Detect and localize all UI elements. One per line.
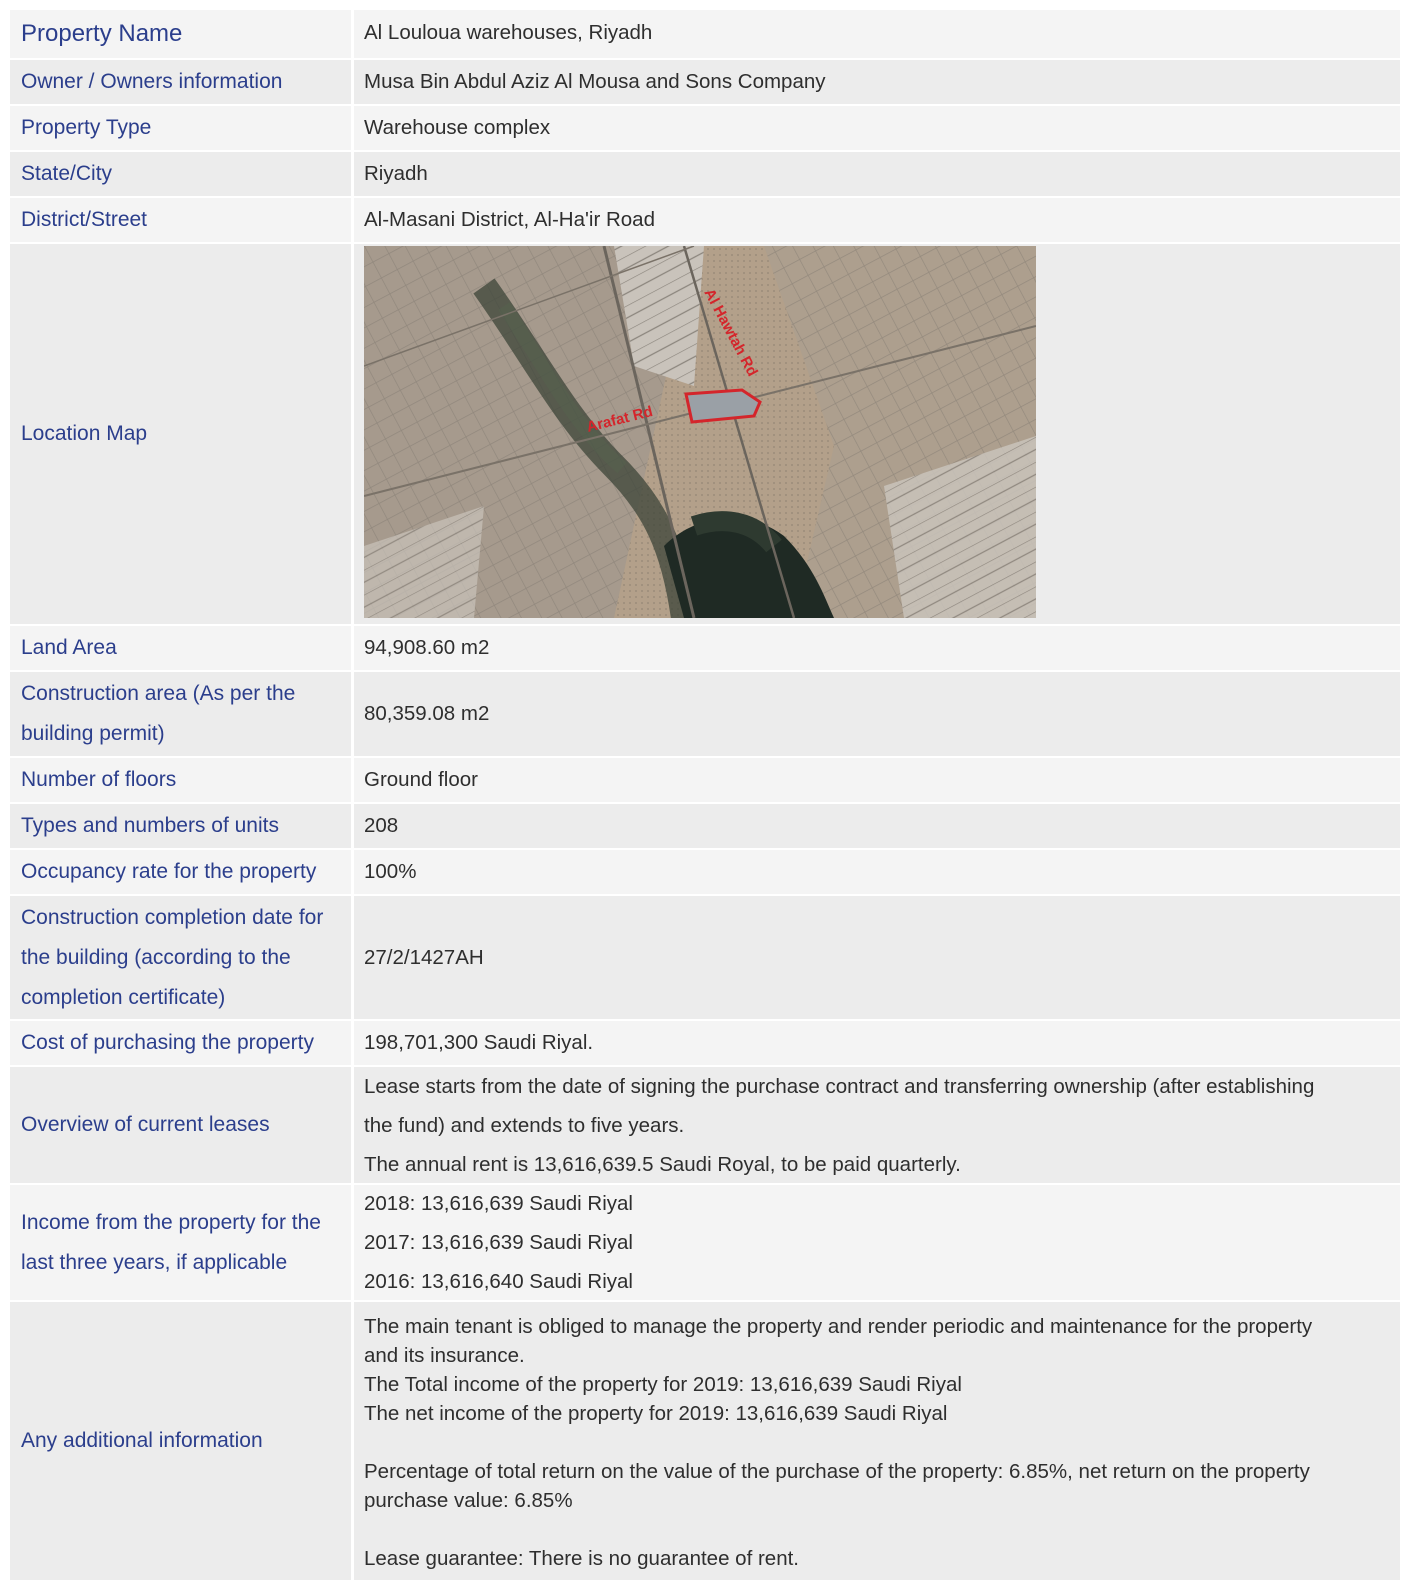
row-owner: Owner / Owners information Musa Bin Abdu… (10, 60, 1400, 106)
label-current-leases: Overview of current leases (10, 1067, 354, 1183)
income-line: 2016: 13,616,640 Saudi Riyal (364, 1270, 633, 1293)
income-line: 2018: 13,616,639 Saudi Riyal (364, 1192, 633, 1215)
info-line: purchase value: 6.85% (364, 1489, 573, 1512)
income-line: 2017: 13,616,639 Saudi Riyal (364, 1231, 633, 1254)
label-construction-area: Construction area (As per the building p… (10, 672, 354, 756)
info-spacer (364, 1428, 1390, 1457)
info-line: The main tenant is obliged to manage the… (364, 1315, 1313, 1338)
value-purchase-cost: 198,701,300 Saudi Riyal. (354, 1021, 1400, 1065)
row-location-map: Location Map Al Hawtah Rd Arafat Rd (10, 244, 1400, 626)
row-property-name: Property Name Al Louloua warehouses, Riy… (10, 10, 1400, 60)
info-line: The net income of the property for 2019:… (364, 1402, 948, 1425)
label-units: Types and numbers of units (10, 804, 354, 848)
value-occupancy-rate: 100% (354, 850, 1400, 894)
row-occupancy-rate: Occupancy rate for the property 100% (10, 850, 1400, 896)
row-land-area: Land Area 94,908.60 m2 (10, 626, 1400, 672)
label-occupancy-rate: Occupancy rate for the property (10, 850, 354, 894)
info-line: Lease guarantee: There is no guarantee o… (364, 1547, 799, 1570)
row-construction-area: Construction area (As per the building p… (10, 672, 1400, 758)
label-owner: Owner / Owners information (10, 60, 354, 104)
property-info-table: Property Name Al Louloua warehouses, Riy… (10, 10, 1400, 1582)
label-completion-date: Construction completion date for the bui… (10, 896, 354, 1019)
location-map-image: Al Hawtah Rd Arafat Rd (364, 246, 1036, 618)
info-spacer (364, 1515, 1390, 1544)
lease-line: Lease starts from the date of signing th… (364, 1074, 1315, 1098)
value-state-city: Riyadh (354, 152, 1400, 196)
value-property-name: Al Louloua warehouses, Riyadh (354, 10, 1400, 58)
row-state-city: State/City Riyadh (10, 152, 1400, 198)
value-land-area: 94,908.60 m2 (354, 626, 1400, 670)
value-additional-info: The main tenant is obliged to manage the… (354, 1302, 1400, 1580)
row-current-leases: Overview of current leases Lease starts … (10, 1067, 1400, 1185)
value-construction-area: 80,359.08 m2 (354, 672, 1400, 756)
value-units: 208 (354, 804, 1400, 848)
label-state-city: State/City (10, 152, 354, 196)
row-number-of-floors: Number of floors Ground floor (10, 758, 1400, 804)
value-owner: Musa Bin Abdul Aziz Al Mousa and Sons Co… (354, 60, 1400, 104)
label-property-type: Property Type (10, 106, 354, 150)
label-income: Income from the property for the last th… (10, 1185, 354, 1300)
lease-line: the fund) and extends to five years. (364, 1113, 685, 1137)
row-purchase-cost: Cost of purchasing the property 198,701,… (10, 1021, 1400, 1067)
row-units: Types and numbers of units 208 (10, 804, 1400, 850)
info-line: and its insurance. (364, 1344, 525, 1367)
value-current-leases: Lease starts from the date of signing th… (354, 1067, 1400, 1183)
value-number-of-floors: Ground floor (354, 758, 1400, 802)
label-additional-info: Any additional information (10, 1302, 354, 1580)
label-purchase-cost: Cost of purchasing the property (10, 1021, 354, 1065)
label-land-area: Land Area (10, 626, 354, 670)
row-district-street: District/Street Al-Masani District, Al-H… (10, 198, 1400, 244)
value-income: 2018: 13,616,639 Saudi Riyal 2017: 13,61… (354, 1185, 1400, 1300)
label-district-street: District/Street (10, 198, 354, 242)
value-location-map: Al Hawtah Rd Arafat Rd (354, 244, 1400, 624)
label-property-name: Property Name (10, 10, 354, 58)
value-property-type: Warehouse complex (354, 106, 1400, 150)
row-additional-info: Any additional information The main tena… (10, 1302, 1400, 1582)
label-location-map: Location Map (10, 244, 354, 624)
value-district-street: Al-Masani District, Al-Ha'ir Road (354, 198, 1400, 242)
value-completion-date: 27/2/1427AH (354, 896, 1400, 1019)
lease-line: The annual rent is 13,616,639.5 Saudi Ro… (364, 1152, 961, 1176)
label-number-of-floors: Number of floors (10, 758, 354, 802)
row-property-type: Property Type Warehouse complex (10, 106, 1400, 152)
row-income: Income from the property for the last th… (10, 1185, 1400, 1302)
row-completion-date: Construction completion date for the bui… (10, 896, 1400, 1021)
info-line: The Total income of the property for 201… (364, 1373, 962, 1396)
info-line: Percentage of total return on the value … (364, 1460, 1310, 1483)
